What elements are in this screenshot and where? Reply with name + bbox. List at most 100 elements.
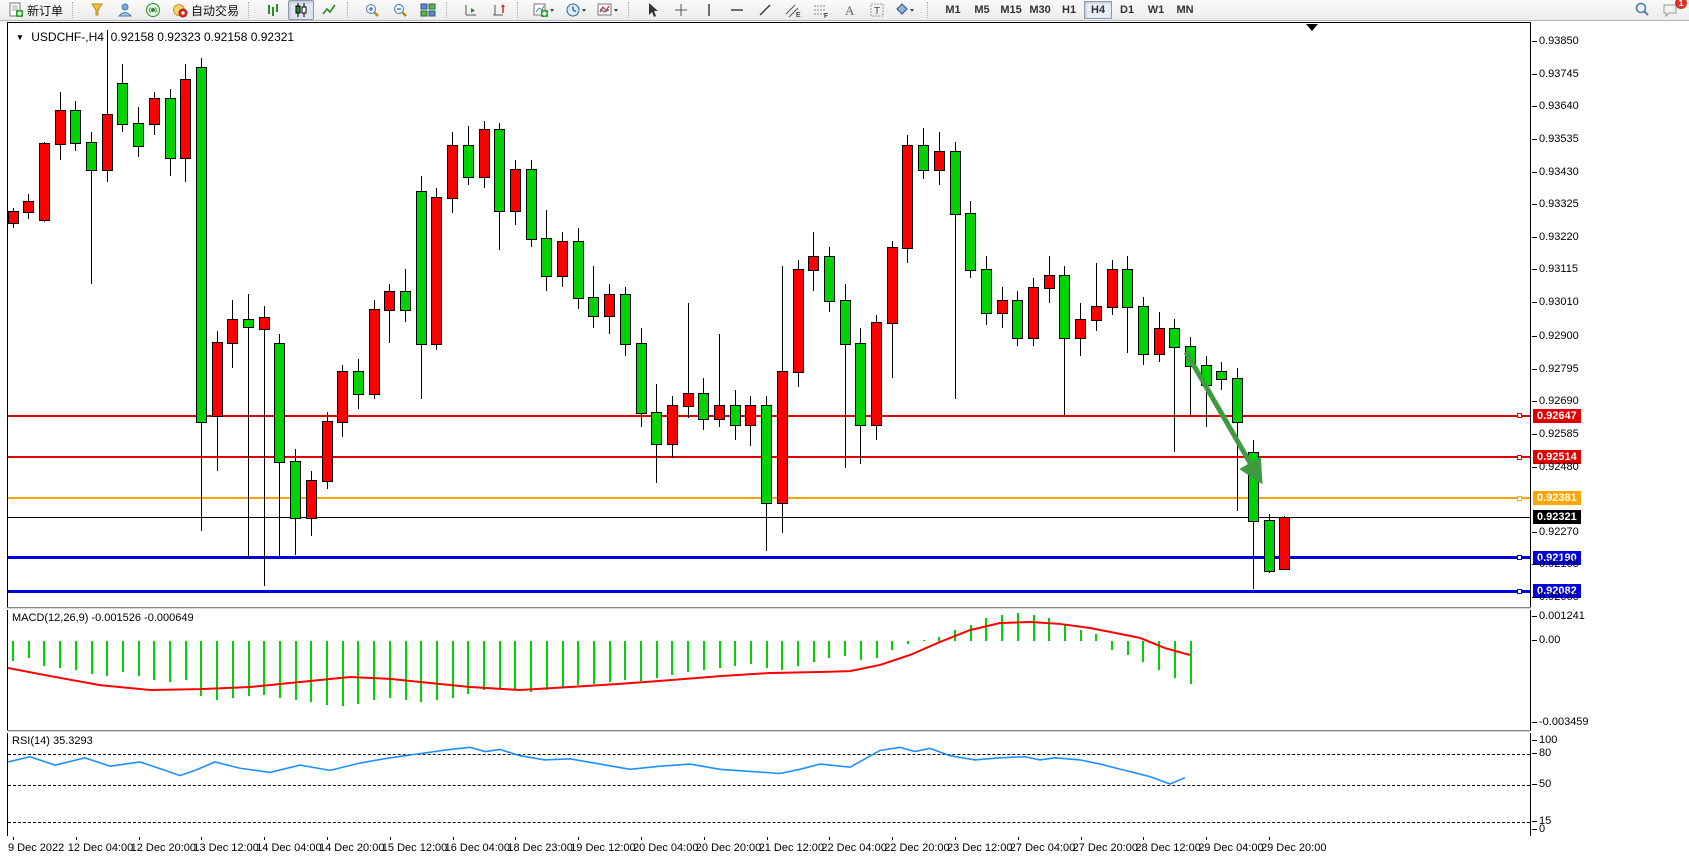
search-icon — [1633, 1, 1651, 19]
price-axis[interactable]: 0.926470.925140.923810.921900.920820.923… — [1531, 22, 1689, 836]
macd-axis-label: -0.003459 — [1539, 716, 1589, 728]
shapes-icon — [896, 2, 918, 18]
toolbar-separator — [927, 2, 934, 18]
zoom-out-button[interactable] — [387, 0, 413, 20]
price-line-tag: 0.92647 — [1533, 409, 1581, 423]
text-label-tool-button[interactable]: T — [864, 0, 890, 20]
price-axis-label: 0.92900 — [1539, 330, 1579, 342]
timeframe-button-d1[interactable]: D1 — [1113, 1, 1141, 19]
chart-shift-button[interactable] — [486, 0, 512, 20]
price-axis-label: 0.93115 — [1539, 263, 1578, 275]
vertical-line-icon — [701, 2, 717, 18]
signal-button[interactable] — [140, 0, 166, 20]
chart-symbol: USDCHF-,H4 — [31, 30, 104, 44]
channel-tool-button[interactable]: E — [780, 0, 806, 20]
period-button[interactable] — [561, 0, 591, 20]
macd-axis-label: 0.00 — [1539, 634, 1560, 646]
date-axis-label: 20 Dec 20:00 — [696, 842, 761, 854]
notification-badge: 1 — [1675, 0, 1687, 9]
chart-title-triangle-icon: ▼ — [16, 32, 24, 42]
zoom-in-button[interactable] — [359, 0, 385, 20]
horizontal-line-tool-button[interactable] — [724, 0, 750, 20]
auto-scroll-button[interactable] — [458, 0, 484, 20]
date-tick — [955, 837, 956, 840]
text-tool-button[interactable]: A — [836, 0, 862, 20]
svg-text:E: E — [796, 12, 801, 18]
date-axis-label: 14 Dec 04:00 — [256, 842, 321, 854]
tile-windows-icon — [420, 2, 436, 18]
trendline-tool-button[interactable] — [752, 0, 778, 20]
trend-arrow-annotation[interactable] — [8, 23, 1530, 607]
date-tick — [767, 837, 768, 840]
bar-chart-mode-button[interactable] — [260, 0, 286, 20]
date-tick — [453, 837, 454, 840]
candle-chart-mode-button[interactable] — [288, 0, 314, 20]
date-axis-label: 27 Dec 20:00 — [1073, 842, 1138, 854]
timeframe-button-m15[interactable]: M15 — [997, 1, 1025, 19]
price-axis-label: 0.92585 — [1539, 428, 1579, 440]
timeframe-button-w1[interactable]: W1 — [1142, 1, 1170, 19]
funnel-button[interactable] — [84, 0, 110, 20]
price-axis-label: 0.93535 — [1539, 133, 1579, 145]
rsi-line — [8, 733, 1530, 836]
date-tick — [578, 837, 579, 840]
date-axis-label: 22 Dec 20:00 — [884, 842, 949, 854]
new-order-button[interactable]: 新订单 — [4, 0, 67, 20]
vertical-line-tool-button[interactable] — [696, 0, 722, 20]
crosshair-tool-button[interactable] — [668, 0, 694, 20]
indicators-icon — [597, 2, 619, 18]
price-chart-pane[interactable]: ▼ USDCHF-,H4 0.92158 0.92323 0.92158 0.9… — [8, 23, 1530, 607]
svg-text:F: F — [824, 13, 828, 18]
date-axis-label: 13 Dec 12:00 — [193, 842, 258, 854]
search-button[interactable] — [1629, 0, 1655, 20]
price-axis-label: 0.92270 — [1539, 526, 1579, 538]
timeframe-button-m5[interactable]: M5 — [968, 1, 996, 19]
timeframe-bar: M1M5M15M30H1H4D1W1MN — [939, 1, 1199, 19]
new-order-icon — [8, 2, 24, 18]
bar-chart-icon — [265, 2, 281, 18]
profile-button[interactable] — [112, 0, 138, 20]
rsi-axis-label: 50 — [1539, 778, 1551, 790]
price-line-tag: 0.92381 — [1533, 491, 1581, 505]
fibonacci-tool-button[interactable]: F — [808, 0, 834, 20]
price-axis-label: 0.93010 — [1539, 296, 1579, 308]
svg-text:A: A — [845, 3, 855, 18]
new-order-label: 新订单 — [27, 2, 63, 19]
price-axis-label: 0.92480 — [1539, 461, 1579, 473]
timeframe-button-mn[interactable]: MN — [1171, 1, 1199, 19]
date-tick — [390, 837, 391, 840]
new-chart-button[interactable] — [529, 0, 559, 20]
shift-end-icon — [491, 2, 507, 18]
indicators-button[interactable] — [593, 0, 623, 20]
period-icon — [565, 2, 587, 18]
tile-windows-button[interactable] — [415, 0, 441, 20]
chart-shift-marker[interactable] — [1306, 24, 1318, 31]
toolbar: 新订单 自动交易 E F A T — [0, 0, 1689, 21]
rsi-label: RSI(14) 35.3293 — [12, 735, 93, 747]
date-tick — [1081, 837, 1082, 840]
macd-pane[interactable]: MACD(12,26,9) -0.001526 -0.000649 — [8, 610, 1530, 730]
profile-icon — [117, 2, 133, 18]
date-axis-label: 29 Dec 20:00 — [1261, 842, 1326, 854]
autotrade-icon — [172, 2, 188, 18]
timeframe-button-h4[interactable]: H4 — [1084, 1, 1112, 19]
macd-axis-label: 0.001241 — [1539, 610, 1585, 622]
date-tick — [327, 837, 328, 840]
date-tick — [264, 837, 265, 840]
date-axis-label: 20 Dec 04:00 — [633, 842, 698, 854]
date-axis-label: 23 Dec 12:00 — [947, 842, 1012, 854]
cursor-tool-button[interactable] — [640, 0, 666, 20]
auto-trading-button[interactable]: 自动交易 — [168, 0, 243, 20]
notifications-button[interactable]: 1 — [1657, 0, 1683, 20]
line-chart-mode-button[interactable] — [316, 0, 342, 20]
date-axis[interactable]: 9 Dec 202212 Dec 04:0012 Dec 20:0013 Dec… — [7, 837, 1689, 858]
date-axis-label: 16 Dec 04:00 — [445, 842, 510, 854]
rsi-pane[interactable]: RSI(14) 35.3293 — [8, 733, 1530, 836]
crosshair-icon — [673, 2, 689, 18]
shapes-tool-button[interactable] — [892, 0, 922, 20]
timeframe-button-h1[interactable]: H1 — [1055, 1, 1083, 19]
timeframe-button-m30[interactable]: M30 — [1026, 1, 1054, 19]
chart-ohlc: 0.92158 0.92323 0.92158 0.92321 — [111, 30, 295, 44]
date-tick — [13, 837, 14, 840]
timeframe-button-m1[interactable]: M1 — [939, 1, 967, 19]
